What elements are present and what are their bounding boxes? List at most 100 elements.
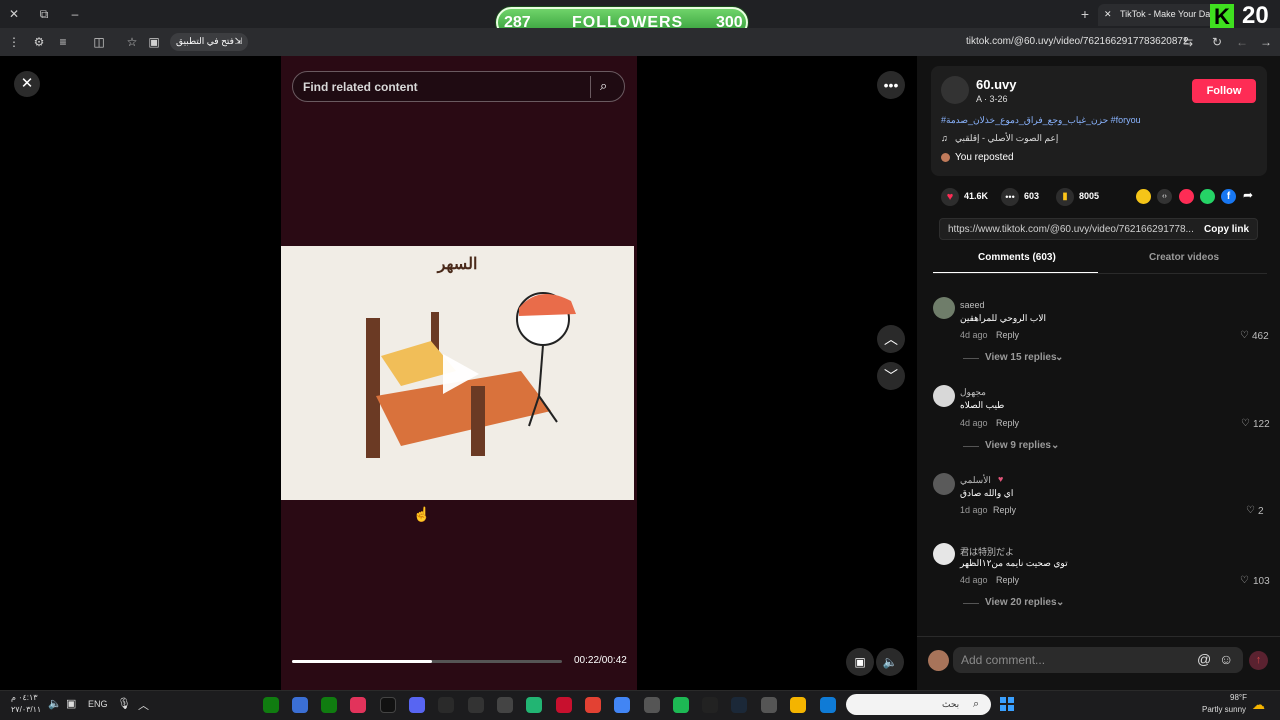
author-subtitle: A · 3-26 (976, 94, 1008, 104)
restore-window-icon[interactable]: ⧉ (36, 6, 52, 22)
copy-link-button[interactable]: Copy link (1204, 224, 1249, 235)
whatsapp-icon[interactable] (1200, 189, 1215, 204)
close-tab-icon[interactable]: ✕ (1104, 9, 1112, 20)
install-icon[interactable]: ▣ (146, 34, 162, 50)
view-replies-button[interactable]: View 15 replies (985, 352, 1057, 363)
video-frame[interactable]: السهر (281, 246, 634, 500)
reply-button[interactable]: Reply (996, 575, 1019, 585)
forward-icon[interactable]: ← (1234, 34, 1250, 50)
reply-button[interactable]: Reply (996, 330, 1019, 340)
recording-app-icon[interactable] (350, 697, 366, 713)
video-hashtags[interactable]: #حزن_غياب_وجع_فراق_دموع_خذلان_صدمة #fory… (941, 115, 1141, 126)
comment-input[interactable]: Add comment... @ ☺ (953, 647, 1243, 673)
tab-comments[interactable]: Comments (603) (978, 252, 1056, 263)
extension-icon[interactable]: ⚙ (31, 34, 47, 50)
view-replies-button[interactable]: View 9 replies (985, 440, 1051, 451)
comment-like-icon[interactable]: ♡ (1241, 418, 1250, 429)
facebook-icon[interactable]: f (1221, 189, 1236, 204)
send-comment-icon[interactable]: ↑ (1249, 651, 1268, 670)
language-indicator[interactable]: ENG (88, 699, 108, 709)
spotify-icon[interactable] (673, 697, 689, 713)
comment-like-icon[interactable]: ♡ (1240, 330, 1249, 341)
weather-icon[interactable]: ☁ (1252, 697, 1265, 713)
reply-button[interactable]: Reply (996, 418, 1019, 428)
coin-share-icon[interactable] (1136, 189, 1151, 204)
settings-icon[interactable] (761, 697, 777, 713)
author-avatar[interactable] (941, 76, 969, 104)
reply-button[interactable]: Reply (993, 505, 1016, 515)
related-search-input[interactable]: Find related content ⌕ (292, 71, 625, 102)
search-icon[interactable]: ⌕ (600, 78, 607, 94)
comment-icon[interactable]: ••• (1001, 188, 1019, 206)
taskbar-search[interactable]: بحث ⌕ (846, 694, 991, 715)
tracker-app-icon[interactable] (497, 697, 513, 713)
display-tray-icon[interactable]: ▣ (66, 697, 76, 710)
comment-author[interactable]: saeed (960, 300, 985, 310)
comment-like-icon[interactable]: ♡ (1240, 575, 1249, 586)
embed-icon[interactable]: ‹› (1157, 189, 1172, 204)
like-icon[interactable]: ♥ (941, 188, 959, 206)
save-count: 8005 (1079, 191, 1100, 201)
edge-icon[interactable] (820, 697, 836, 713)
commenter-avatar[interactable] (933, 543, 955, 565)
xbox-app-icon[interactable] (321, 697, 337, 713)
tiktok-icon[interactable] (380, 697, 396, 713)
author-username[interactable]: 60.uvy (976, 77, 1016, 92)
steam-icon[interactable] (731, 697, 747, 713)
new-tab-icon[interactable]: + (1077, 6, 1093, 22)
file-explorer-icon[interactable] (790, 697, 806, 713)
epic-icon[interactable] (702, 697, 718, 713)
tray-overflow-icon[interactable]: ︿ (138, 697, 149, 713)
discord-icon[interactable] (409, 697, 425, 713)
floating-player-icon[interactable]: ▣ (846, 648, 874, 676)
reload-icon[interactable]: ↻ (1209, 34, 1225, 50)
chat-app-icon[interactable] (526, 697, 542, 713)
puzzle-icon[interactable]: ◫ (91, 34, 107, 50)
volume-tray-icon[interactable]: 🔈 (48, 697, 62, 710)
progress-bar[interactable] (292, 660, 562, 663)
send-icon[interactable] (1179, 189, 1194, 204)
next-video-icon[interactable]: ﹀ (877, 362, 905, 390)
emoji-icon[interactable]: ☺ (1219, 651, 1233, 667)
windows-start-icon[interactable] (1000, 697, 1014, 711)
user-avatar[interactable] (928, 650, 949, 671)
follow-button[interactable]: Follow (1192, 79, 1256, 103)
more-options-icon[interactable]: ••• (877, 71, 905, 99)
chrome-active-icon[interactable] (614, 697, 630, 713)
steam-helper-icon[interactable] (438, 697, 454, 713)
close-window-icon[interactable]: ✕ (6, 6, 22, 22)
xbox-icon[interactable] (263, 697, 279, 713)
menu-dots-icon[interactable]: ⋮ (6, 34, 22, 50)
more-share-icon[interactable]: ➦ (1243, 188, 1253, 202)
commenter-avatar[interactable] (933, 473, 955, 495)
app-icon[interactable] (292, 697, 308, 713)
comment-author[interactable]: 君は特別だよ (960, 545, 1014, 558)
star-icon[interactable]: ☆ (124, 34, 140, 50)
back-icon[interactable]: → (1258, 34, 1274, 50)
url-field[interactable]: tiktok.com/@60.uvy/video/762166291778362… (966, 36, 1189, 47)
previous-video-icon[interactable]: ︿ (877, 325, 905, 353)
view-replies-button[interactable]: View 20 replies (985, 597, 1057, 608)
commenter-avatar[interactable] (933, 297, 955, 319)
minimize-window-icon[interactable]: – (67, 6, 83, 22)
share-link-text[interactable]: https://www.tiktok.com/@60.uvy/video/762… (948, 224, 1194, 235)
obs-icon[interactable] (644, 697, 660, 713)
adobe-icon[interactable] (556, 697, 572, 713)
mic-icon[interactable]: 🎙 (117, 697, 131, 710)
chrome-icon[interactable] (585, 697, 601, 713)
comment-author[interactable]: الأسلمي (960, 475, 991, 486)
comment-like-icon[interactable]: ♡ (1246, 505, 1255, 516)
bookmark-icon[interactable]: ▮ (1056, 188, 1074, 206)
tab-tiktok[interactable]: ✕ TikTok - Make Your Day (1098, 4, 1228, 26)
close-player-icon[interactable]: ✕ (14, 71, 40, 97)
tab-creator-videos[interactable]: Creator videos (1149, 252, 1219, 263)
open-in-app-chip[interactable]: فتح في التطبيق ⇲ (170, 33, 248, 51)
volume-icon[interactable]: 🔈 (876, 648, 904, 676)
comment-author[interactable]: مجهول (960, 387, 986, 398)
tune-icon[interactable]: ≡ (55, 34, 71, 50)
mention-icon[interactable]: @ (1197, 651, 1211, 667)
comment-age: 1d ago (960, 505, 988, 515)
commenter-avatar[interactable] (933, 385, 955, 407)
sound-name[interactable]: إعم الصوت الأصلي - إقلقبي (955, 133, 1058, 144)
capcut-icon[interactable] (468, 697, 484, 713)
